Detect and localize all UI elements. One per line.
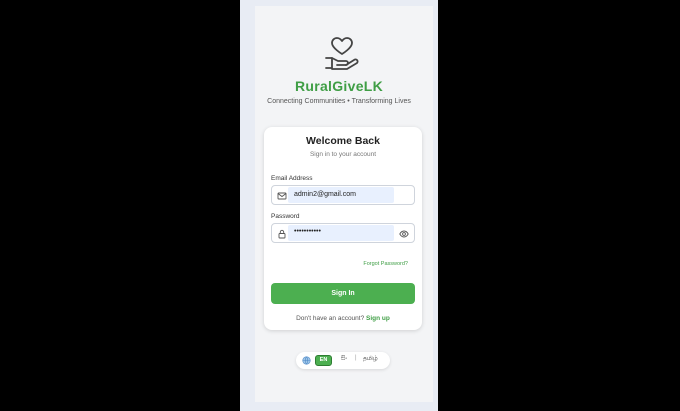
heart-in-hand-icon bbox=[325, 37, 359, 70]
forgot-password-link[interactable]: Forgot Password? bbox=[363, 261, 408, 267]
signup-row: Don't have an account? Sign up bbox=[264, 315, 422, 322]
email-value: admin2@gmail.com bbox=[294, 191, 356, 198]
sign-up-link[interactable]: Sign up bbox=[366, 315, 390, 322]
card-subtitle: Sign in to your account bbox=[309, 151, 377, 158]
email-field[interactable]: admin2@gmail.com bbox=[271, 185, 415, 205]
password-label: Password bbox=[271, 213, 300, 220]
brand-title: RuralGiveLK bbox=[294, 78, 384, 94]
eye-icon[interactable] bbox=[399, 229, 409, 239]
lang-en-button[interactable]: EN bbox=[315, 355, 332, 366]
card-title: Welcome Back bbox=[306, 135, 380, 147]
sign-in-button[interactable]: Sign In bbox=[271, 283, 415, 304]
language-switcher: EN සිං | தமிழ் bbox=[296, 352, 390, 369]
lock-icon bbox=[278, 229, 286, 239]
login-card: Welcome Back Sign in to your account Ema… bbox=[264, 127, 422, 330]
lang-separator: | bbox=[355, 355, 357, 361]
tagline: Connecting Communities • Transforming Li… bbox=[267, 98, 411, 105]
password-value: ••••••••••• bbox=[294, 228, 321, 235]
lang-sinhala-button[interactable]: සිං bbox=[341, 356, 347, 363]
email-label: Email Address bbox=[271, 175, 313, 182]
globe-icon bbox=[302, 356, 311, 365]
signup-prompt: Don't have an account? bbox=[296, 315, 365, 322]
mail-icon bbox=[277, 192, 287, 200]
lang-tamil-button[interactable]: தமிழ் bbox=[363, 356, 378, 363]
password-field[interactable]: ••••••••••• bbox=[271, 223, 415, 243]
